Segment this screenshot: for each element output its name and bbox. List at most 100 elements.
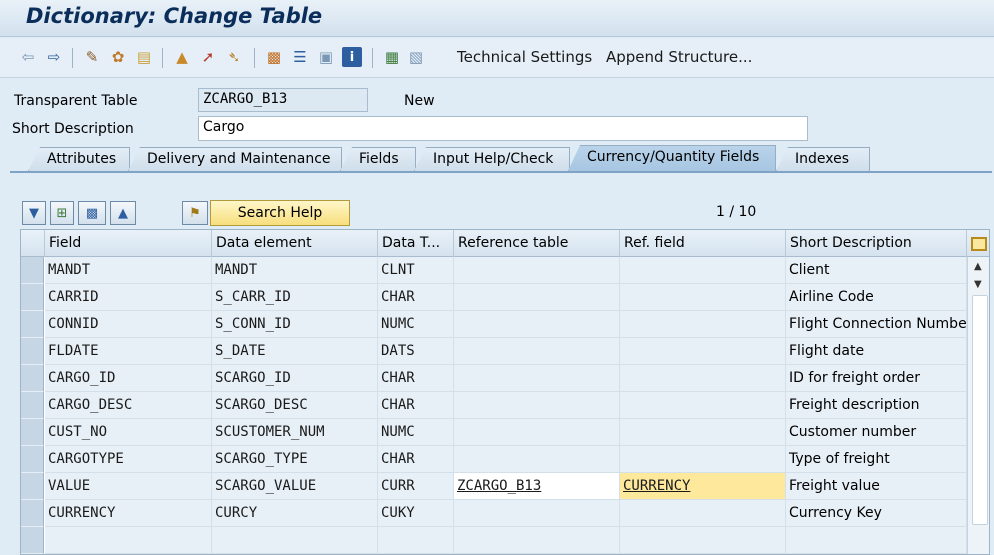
scroll-down-icon[interactable]: ▼ [974,279,982,290]
cell-field: CARGOTYPE [45,446,212,473]
cell-reference-table[interactable] [454,446,620,473]
cell-reference-table[interactable] [454,527,620,554]
table-status: New [404,93,435,109]
tab-fields[interactable]: Fields [340,147,416,171]
row-selector[interactable] [21,527,44,554]
application-toolbar: ⇦ ⇨ ✎ ✿ ▤ ▲ ➚ ➴ ▩ ☰ ▣ i ▦ ▧ Technical Se… [0,38,994,78]
column-header-field[interactable]: Field [45,230,212,257]
row-selector[interactable] [21,284,44,311]
cell-data-type: CHAR [378,284,454,311]
table-row: MANDT MANDT CLNT Client [21,257,967,284]
toolbar-separator [162,48,163,68]
row-selector[interactable] [21,338,44,365]
row-selector[interactable] [21,500,44,527]
cell-data-type [378,527,454,554]
key-icon[interactable]: ⚑ [182,201,208,225]
cell-field: MANDT [45,257,212,284]
tab-attributes[interactable]: Attributes [28,147,130,171]
short-description-input[interactable]: Cargo [198,116,808,141]
row-selector[interactable] [21,311,44,338]
column-header-ref-field[interactable]: Ref. field [620,230,786,257]
select-all-cell[interactable] [21,230,45,257]
cell-short-description: Client [786,257,967,284]
tab-indexes[interactable]: Indexes [776,147,870,171]
cell-reference-table[interactable] [454,284,620,311]
check-icon[interactable]: ▤ [134,47,154,67]
cell-data-element: SCUSTOMER_NUM [212,419,378,446]
cell-ref-field[interactable] [620,257,786,284]
info-icon[interactable]: i [342,47,362,67]
table-settings-icon[interactable] [967,230,989,257]
cell-reference-table[interactable] [454,500,620,527]
move-up-icon[interactable]: ▲ [110,201,136,225]
hierarchy-icon[interactable]: ▩ [264,47,284,67]
cell-ref-field[interactable] [620,392,786,419]
cell-ref-field[interactable] [620,311,786,338]
row-selector[interactable] [21,392,44,419]
layout-icon[interactable]: ▣ [316,47,336,67]
object-list-icon[interactable]: ☰ [290,47,310,67]
tab-currency-quantity-fields[interactable]: Currency/Quantity Fields [568,145,776,171]
tab-strip: Attributes Delivery and Maintenance Fiel… [0,145,994,171]
column-header-data-element[interactable]: Data element [212,230,378,257]
vertical-scrollbar[interactable]: ▲ ▼ [967,257,989,554]
column-header-data-type[interactable]: Data T... [378,230,454,257]
scrollbar-thumb[interactable] [972,295,988,525]
cell-data-type: CHAR [378,446,454,473]
cell-data-type: CHAR [378,365,454,392]
forward-arrow-icon[interactable]: ⇨ [44,47,64,67]
scroll-up-icon[interactable]: ▲ [974,261,982,272]
activate-icon[interactable]: ▲ [172,47,192,67]
window-title: Dictionary: Change Table [26,4,323,28]
insert-row-icon[interactable]: ▼ [22,201,46,225]
cell-data-element: S_CARR_ID [212,284,378,311]
row-selector[interactable] [21,419,44,446]
cell-short-description: Freight description [786,392,967,419]
append-row-icon[interactable]: ⊞ [50,201,74,225]
cell-ref-field[interactable] [620,338,786,365]
cell-reference-table[interactable] [454,419,620,446]
row-selector[interactable] [21,257,44,284]
cell-ref-field[interactable] [620,446,786,473]
append-structure-button[interactable]: Append Structure... [606,48,752,66]
cell-ref-field[interactable]: CURRENCY [620,473,786,500]
cell-field: FLDATE [45,338,212,365]
cell-reference-table[interactable] [454,365,620,392]
row-selector[interactable] [21,473,44,500]
cell-reference-table[interactable] [454,338,620,365]
cell-short-description: Flight Connection Numbe [786,311,967,338]
navigate-icon[interactable]: ➴ [224,47,244,67]
table-row: CARGO_ID SCARGO_ID CHAR ID for freight orde… [21,365,967,392]
table-row: VALUE SCARGO_VALUE CURR ZCARGO_B13 CURRENCY F… [21,473,967,500]
cell-reference-table[interactable]: ZCARGO_B13 [454,473,620,500]
display-change-icon[interactable]: ✎ [82,47,102,67]
where-used-icon[interactable]: ➚ [198,47,218,67]
cell-ref-field[interactable] [620,365,786,392]
cell-ref-field[interactable] [620,527,786,554]
title-bar: Dictionary: Change Table [0,0,994,37]
cell-reference-table[interactable] [454,257,620,284]
cell-ref-field[interactable] [620,500,786,527]
other-object-icon[interactable]: ✿ [108,47,128,67]
technical-settings-button[interactable]: Technical Settings [457,48,592,66]
table-row: FLDATE S_DATE DATS Flight date [21,338,967,365]
table-icon[interactable]: ▧ [406,47,426,67]
grid-icon[interactable]: ▦ [382,47,402,67]
column-header-short-description[interactable]: Short Description [786,230,967,257]
tab-input-help-check[interactable]: Input Help/Check [414,147,570,171]
search-help-button[interactable]: Search Help [210,200,350,226]
back-arrow-icon[interactable]: ⇦ [18,47,38,67]
cell-short-description: ID for freight order [786,365,967,392]
row-selector[interactable] [21,446,44,473]
delete-row-icon[interactable]: ▩ [78,201,106,225]
table-row: CUST_NO SCUSTOMER_NUM NUMC Customer number [21,419,967,446]
tab-delivery-maintenance[interactable]: Delivery and Maintenance [128,147,342,171]
cell-reference-table[interactable] [454,311,620,338]
cell-reference-table[interactable] [454,392,620,419]
page-indicator: 1 / 10 [716,204,757,220]
column-header-reference-table[interactable]: Reference table [454,230,620,257]
cell-ref-field[interactable] [620,419,786,446]
row-selector[interactable] [21,365,44,392]
cell-data-element: SCARGO_VALUE [212,473,378,500]
cell-ref-field[interactable] [620,284,786,311]
